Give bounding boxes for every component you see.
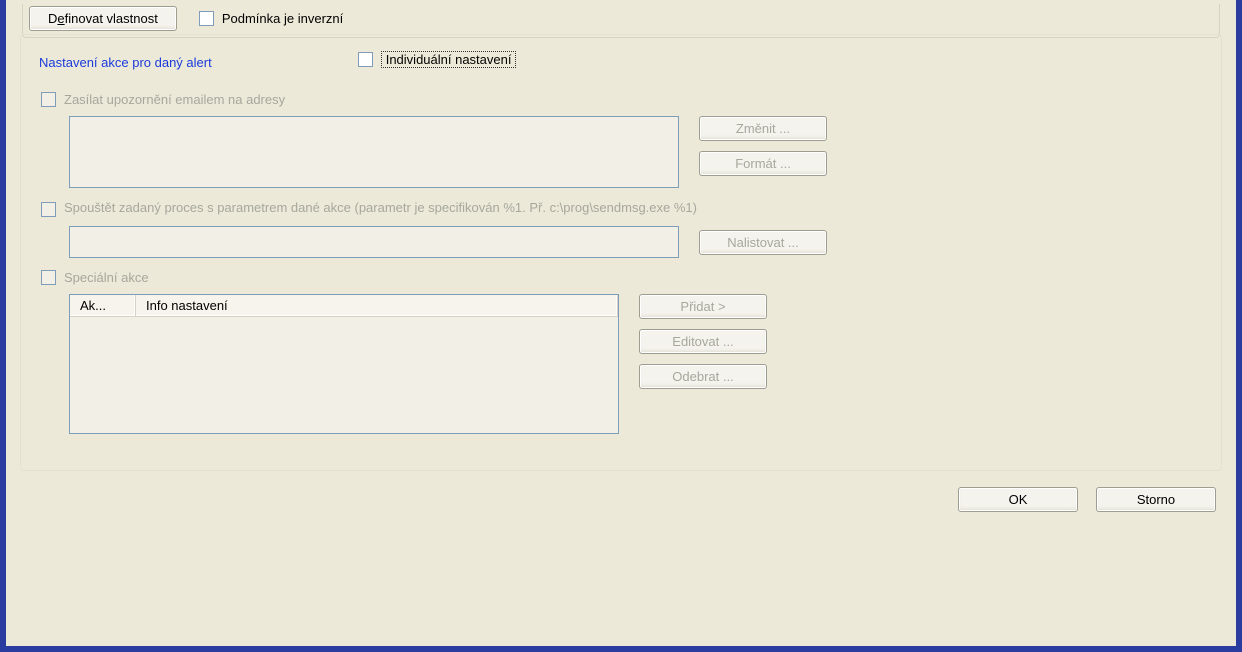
email-checkbox[interactable]: Zasílat upozornění emailem na adresy (41, 92, 285, 107)
edit-button[interactable]: Editovat ... (639, 329, 767, 354)
dialog-panel: Definovat vlastnost Podmínka je inverzní… (6, 0, 1236, 646)
invert-condition-checkbox[interactable]: Podmínka je inverzní (199, 11, 343, 26)
define-property-button[interactable]: Definovat vlastnost (29, 6, 177, 31)
checkbox-icon (41, 270, 56, 285)
define-button-underline: e (57, 11, 64, 26)
process-checkbox[interactable]: Spouštět zadaný proces s parametrem dané… (41, 200, 697, 217)
add-button[interactable]: Přidat > (639, 294, 767, 319)
checkbox-icon (41, 92, 56, 107)
upper-group: Definovat vlastnost Podmínka je inverzní (22, 4, 1220, 38)
list-column-action[interactable]: Ak... (70, 295, 136, 316)
checkbox-icon (41, 202, 56, 217)
change-button[interactable]: Změnit ... (699, 116, 827, 141)
ok-button[interactable]: OK (958, 487, 1078, 512)
checkbox-icon (199, 11, 214, 26)
remove-button[interactable]: Odebrat ... (639, 364, 767, 389)
individual-settings-checkbox[interactable]: Individuální nastavení (352, 51, 523, 68)
process-checkbox-label: Spouštět zadaný proces s parametrem dané… (64, 200, 697, 215)
special-checkbox-label: Speciální akce (64, 270, 149, 285)
email-section: Zasílat upozornění emailem na adresy Změ… (35, 92, 1207, 188)
list-column-info[interactable]: Info nastavení (136, 295, 618, 316)
checkbox-icon (358, 52, 373, 67)
action-settings-group: Nastavení akce pro daný alert Individuál… (20, 34, 1222, 471)
window-frame: Definovat vlastnost Podmínka je inverzní… (0, 0, 1242, 652)
define-button-post: finovat vlastnost (65, 11, 158, 26)
special-actions-list[interactable]: Ak... Info nastavení (69, 294, 619, 434)
process-path-input[interactable] (69, 226, 679, 258)
individual-settings-label: Individuální nastavení (381, 51, 517, 68)
dialog-footer: OK Storno (20, 471, 1222, 512)
list-header: Ak... Info nastavení (70, 295, 618, 317)
format-button[interactable]: Formát ... (699, 151, 827, 176)
browse-button[interactable]: Nalistovat ... (699, 230, 827, 255)
special-checkbox[interactable]: Speciální akce (41, 270, 149, 285)
special-actions-section: Speciální akce Ak... Info nastavení Přid… (35, 270, 1207, 434)
invert-condition-label: Podmínka je inverzní (222, 11, 343, 26)
email-addresses-textarea[interactable] (69, 116, 679, 188)
define-button-pre: D (48, 11, 57, 26)
process-section: Spouštět zadaný proces s parametrem dané… (35, 200, 1207, 258)
group-title: Nastavení akce pro daný alert (39, 55, 212, 70)
cancel-button[interactable]: Storno (1096, 487, 1216, 512)
email-checkbox-label: Zasílat upozornění emailem na adresy (64, 92, 285, 107)
